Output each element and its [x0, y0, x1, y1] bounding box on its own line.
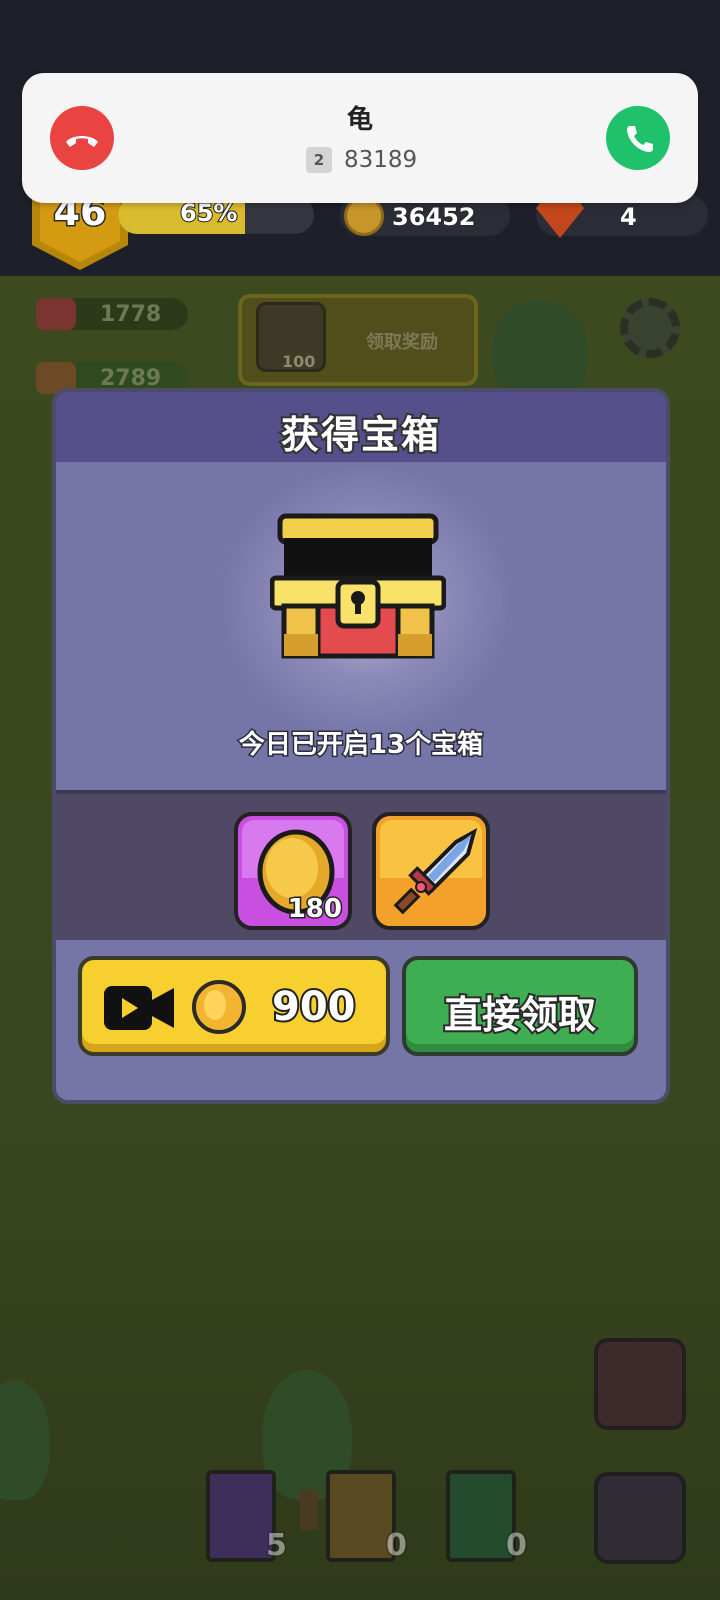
- chest-opened-count: 今日已开启13个宝箱: [237, 729, 484, 762]
- settings-gear-icon[interactable]: [620, 298, 680, 358]
- gem-value: 4: [620, 203, 637, 231]
- claim-directly-button[interactable]: 直接领取: [402, 956, 638, 1056]
- video-bonus-amount: 900: [270, 982, 357, 1032]
- dialog-title: 获得宝箱: [279, 411, 441, 459]
- lightning-book-count: 5: [265, 1527, 289, 1565]
- incoming-call-banner[interactable]: 龟 2 83189: [22, 73, 698, 203]
- chest-reward-dialog: 获得宝箱 今日已开启13个宝箱 180 900 直接领取: [52, 388, 670, 1104]
- gold-value: 36452: [392, 203, 476, 232]
- sword-icon: [393, 827, 478, 915]
- portal-button[interactable]: [594, 1472, 686, 1564]
- reward-coin[interactable]: 180: [234, 812, 352, 930]
- wing-book-count: 0: [385, 1527, 409, 1565]
- caller-name: 龟: [346, 105, 373, 135]
- meat-value: 1778: [100, 302, 162, 327]
- sim-slot-badge: 2: [306, 147, 332, 173]
- tree-trunk: [300, 1490, 318, 1530]
- phone-icon: [627, 126, 653, 152]
- battle-swords-button[interactable]: [594, 1338, 686, 1430]
- quest-label: 领取奖励: [366, 332, 438, 353]
- accept-call-button[interactable]: [606, 106, 670, 170]
- coin-icon: [192, 980, 246, 1034]
- reward-sword[interactable]: [372, 812, 490, 930]
- reward-coin-quantity: 180: [286, 893, 343, 926]
- quest-count: 100: [282, 352, 316, 371]
- rewards-strip: 180: [56, 790, 666, 940]
- caller-number: 83189: [344, 147, 418, 173]
- treasure-chest-icon: [270, 513, 446, 659]
- video-camera-icon: [104, 986, 174, 1030]
- watch-video-bonus-button[interactable]: 900: [78, 956, 390, 1056]
- tree-decoration: [492, 300, 588, 400]
- heal-book-count: 0: [505, 1527, 529, 1565]
- tree-decoration: [0, 1380, 50, 1500]
- claim-button-label: 直接领取: [442, 991, 598, 1039]
- xp-percent: 65%: [179, 198, 238, 228]
- meat-icon: [36, 298, 76, 330]
